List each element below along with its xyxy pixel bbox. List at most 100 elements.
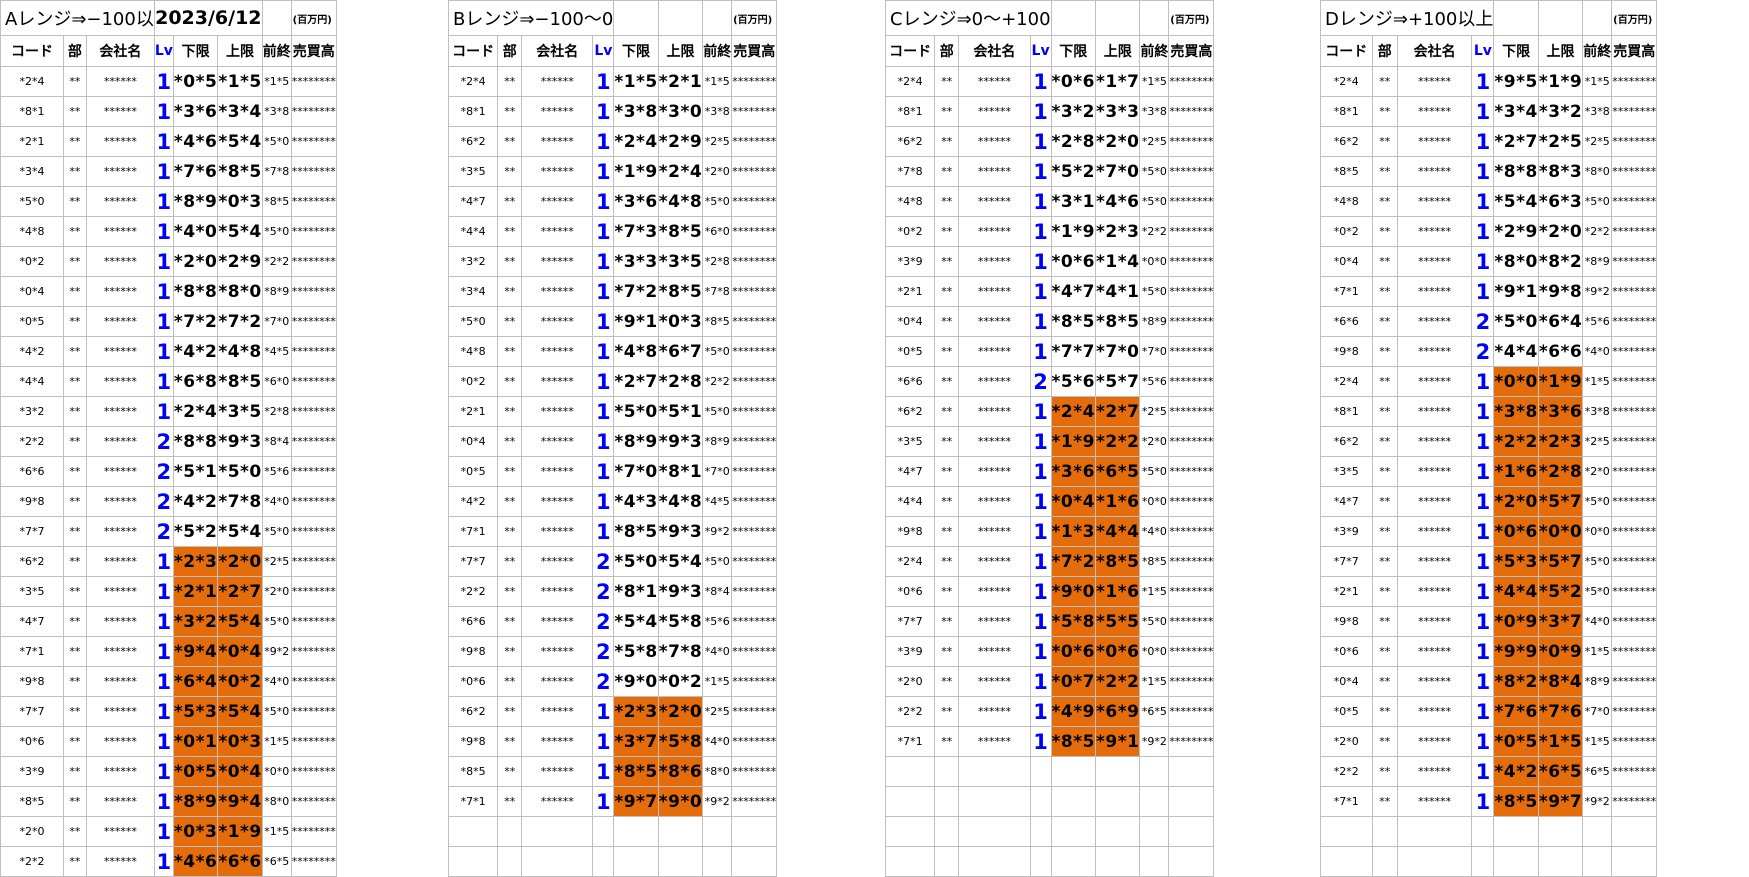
unit-label[interactable]: (百万円) — [290, 0, 337, 36]
header-lower[interactable]: 下限 — [172, 35, 219, 67]
lv-cell[interactable]: 1 — [1029, 696, 1052, 727]
company-cell[interactable]: ****** — [958, 306, 1031, 337]
upper-cell[interactable]: *9*3 — [657, 516, 704, 547]
prev-close-cell[interactable]: *1*5 — [1139, 576, 1170, 607]
part-cell[interactable]: ** — [497, 546, 523, 577]
upper-cell[interactable]: *0*3 — [657, 306, 704, 337]
upper-cell[interactable]: *7*6 — [1537, 696, 1584, 727]
part-cell[interactable]: ** — [497, 696, 523, 727]
lv-cell[interactable]: 1 — [1029, 186, 1052, 217]
part-cell[interactable]: ** — [1371, 576, 1398, 607]
volume-cell[interactable]: ******** — [731, 366, 778, 397]
code-cell[interactable]: *8*1 — [1320, 396, 1373, 427]
lv-cell[interactable]: 1 — [1471, 246, 1495, 277]
empty-cell[interactable] — [1320, 846, 1373, 877]
volume-cell[interactable]: ******** — [731, 516, 778, 547]
part-cell[interactable]: ** — [62, 126, 87, 157]
upper-cell[interactable]: *8*5 — [1094, 306, 1141, 337]
volume-cell[interactable]: ******** — [731, 396, 778, 427]
unit-label[interactable]: (百万円) — [1611, 0, 1658, 36]
lower-cell[interactable]: *4*0 — [172, 216, 219, 247]
part-cell[interactable]: ** — [1371, 756, 1398, 787]
company-cell[interactable]: ****** — [85, 66, 155, 97]
company-cell[interactable]: ****** — [1396, 666, 1473, 697]
prev-close-cell[interactable]: *8*0 — [1582, 156, 1613, 187]
upper-cell[interactable]: *7*2 — [217, 306, 263, 337]
lower-cell[interactable]: *9*4 — [172, 636, 219, 667]
lower-cell[interactable]: *7*6 — [172, 156, 219, 187]
empty-cell[interactable] — [1371, 816, 1398, 847]
lower-cell[interactable]: *9*5 — [1493, 66, 1539, 97]
lv-cell[interactable]: 1 — [153, 696, 174, 727]
volume-cell[interactable]: ******** — [290, 846, 337, 877]
header-lower[interactable]: 下限 — [1493, 35, 1539, 67]
code-cell[interactable]: *6*2 — [1320, 126, 1373, 157]
header-code[interactable]: コード — [884, 35, 936, 67]
company-cell[interactable]: ****** — [958, 516, 1031, 547]
lv-cell[interactable]: 1 — [153, 606, 174, 637]
volume-cell[interactable]: ******** — [731, 156, 778, 187]
lower-cell[interactable]: *8*5 — [1050, 726, 1096, 757]
header-volume[interactable]: 売買高 — [290, 35, 337, 67]
part-cell[interactable]: ** — [934, 66, 960, 97]
lower-cell[interactable]: *0*9 — [1493, 606, 1539, 637]
upper-cell[interactable]: *4*8 — [657, 186, 704, 217]
part-cell[interactable]: ** — [934, 426, 960, 457]
company-cell[interactable]: ****** — [1396, 456, 1473, 487]
prev-close-cell[interactable]: *6*5 — [261, 846, 292, 877]
lv-cell[interactable]: 1 — [592, 306, 615, 337]
upper-cell[interactable]: *5*7 — [1537, 546, 1584, 577]
code-cell[interactable]: *7*7 — [1320, 546, 1373, 577]
prev-close-cell[interactable]: *0*0 — [261, 756, 292, 787]
lv-cell[interactable]: 1 — [153, 756, 174, 787]
upper-cell[interactable]: *4*8 — [657, 486, 704, 517]
header-volume[interactable]: 売買高 — [1611, 35, 1658, 67]
lower-cell[interactable]: *4*4 — [1493, 576, 1539, 607]
code-cell[interactable]: *6*6 — [0, 456, 64, 487]
upper-cell[interactable]: *3*7 — [1537, 606, 1584, 637]
code-cell[interactable]: *7*1 — [1320, 276, 1373, 307]
upper-cell[interactable]: *0*6 — [1094, 636, 1141, 667]
upper-cell[interactable]: *4*8 — [217, 336, 263, 367]
code-cell[interactable]: *5*0 — [447, 306, 499, 337]
part-cell[interactable]: ** — [497, 786, 523, 817]
lower-cell[interactable]: *8*0 — [1493, 246, 1539, 277]
part-cell[interactable]: ** — [1371, 606, 1398, 637]
volume-cell[interactable]: ******** — [290, 336, 337, 367]
empty-cell[interactable] — [1168, 786, 1215, 817]
company-cell[interactable]: ****** — [85, 126, 155, 157]
lower-cell[interactable]: *8*5 — [1493, 786, 1539, 817]
prev-close-cell[interactable]: *8*0 — [261, 786, 292, 817]
lv-cell[interactable]: 1 — [153, 126, 174, 157]
lower-cell[interactable]: *3*3 — [613, 246, 659, 277]
company-cell[interactable]: ****** — [85, 336, 155, 367]
header-prev-close[interactable]: 前終 — [1582, 35, 1613, 67]
lower-cell[interactable]: *2*8 — [1050, 126, 1096, 157]
empty-cell[interactable] — [1168, 846, 1215, 877]
lv-cell[interactable]: 1 — [1471, 456, 1495, 487]
prev-close-cell[interactable]: *5*0 — [1139, 456, 1170, 487]
prev-close-cell[interactable]: *4*0 — [261, 486, 292, 517]
prev-close-cell[interactable]: *9*2 — [1582, 276, 1613, 307]
prev-close-cell[interactable]: *8*9 — [702, 426, 733, 457]
prev-close-cell[interactable]: *7*0 — [702, 456, 733, 487]
part-cell[interactable]: ** — [62, 576, 87, 607]
part-cell[interactable]: ** — [62, 726, 87, 757]
prev-close-cell[interactable]: *9*2 — [1582, 786, 1613, 817]
empty-cell[interactable] — [497, 816, 523, 847]
company-cell[interactable]: ****** — [958, 186, 1031, 217]
volume-cell[interactable]: ******** — [1611, 606, 1658, 637]
company-cell[interactable]: ****** — [1396, 66, 1473, 97]
lv-cell[interactable]: 2 — [592, 546, 615, 577]
header-company[interactable]: 会社名 — [958, 35, 1031, 67]
lv-cell[interactable]: 1 — [1029, 336, 1052, 367]
volume-cell[interactable]: ******** — [290, 66, 337, 97]
prev-close-cell[interactable]: *1*5 — [702, 666, 733, 697]
upper-cell[interactable]: *0*4 — [217, 756, 263, 787]
part-cell[interactable]: ** — [497, 186, 523, 217]
code-cell[interactable]: *6*2 — [447, 126, 499, 157]
company-cell[interactable]: ****** — [521, 786, 594, 817]
prev-close-cell[interactable]: *5*0 — [261, 516, 292, 547]
upper-cell[interactable]: *5*4 — [217, 126, 263, 157]
volume-cell[interactable]: ******** — [731, 486, 778, 517]
